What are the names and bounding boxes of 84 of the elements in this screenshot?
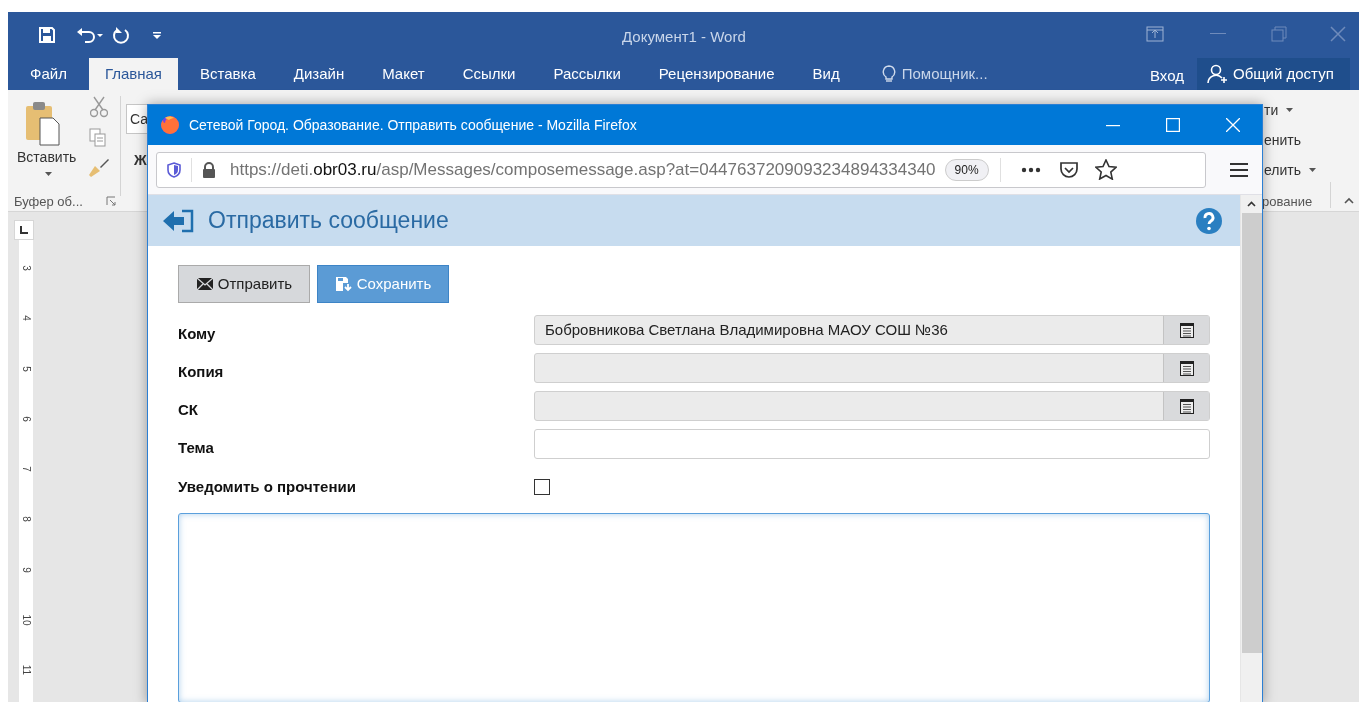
- zoom-level[interactable]: 90%: [944, 158, 989, 181]
- field-label: Уведомить о прочтении: [178, 477, 357, 497]
- recipient-field[interactable]: [534, 353, 1210, 383]
- dialog-launcher-icon[interactable]: [106, 196, 116, 206]
- share-button[interactable]: Общий доступ: [1197, 58, 1350, 90]
- customize-icon[interactable]: [152, 30, 162, 40]
- field-label: СК: [178, 399, 199, 420]
- field-label: Кому: [178, 323, 217, 344]
- group-label: Буфер об...: [14, 193, 83, 211]
- ribbon-tab[interactable]: Дизайн: [277, 58, 361, 90]
- read-receipt-checkbox[interactable]: [534, 479, 550, 496]
- paste-icon[interactable]: [24, 100, 60, 146]
- page-heading: Отправить сообщение: [208, 206, 449, 236]
- redo-icon[interactable]: [112, 26, 130, 44]
- scrollbar[interactable]: [1240, 195, 1262, 702]
- address-book-button[interactable]: [1163, 392, 1209, 420]
- window-title: Документ1 - Word: [622, 27, 746, 47]
- ruler-number: 3: [21, 265, 31, 271]
- field-label: Тема: [178, 437, 215, 458]
- ribbon-tab[interactable]: Макет: [366, 58, 441, 90]
- ribbon-tab[interactable]: Файл: [14, 58, 83, 90]
- pocket-icon[interactable]: [1058, 160, 1079, 179]
- ruler-number: 5: [21, 365, 31, 372]
- tab-selector[interactable]: [14, 220, 34, 240]
- back-arrow-icon[interactable]: [162, 208, 196, 233]
- tell-me-field[interactable]: Помощник...: [901, 62, 988, 86]
- recipient-field[interactable]: Бобровникова Светлана Владимировна МАОУ СОШ №36: [534, 315, 1210, 345]
- undo-icon[interactable]: [76, 26, 104, 44]
- envelope-icon: [195, 276, 214, 292]
- tab-stop-icon: [20, 226, 28, 234]
- list-icon: [1179, 398, 1194, 414]
- maximize-icon[interactable]: [1166, 118, 1180, 132]
- ruler-number: 6: [21, 416, 31, 422]
- paste-label[interactable]: Вставить: [17, 147, 77, 168]
- ruler-number: 11: [21, 665, 31, 676]
- ribbon-command[interactable]: енить: [1264, 129, 1302, 151]
- save-icon[interactable]: [38, 26, 56, 44]
- list-icon: [1179, 322, 1194, 338]
- browser-logo-icon: [160, 115, 180, 135]
- list-icon: [1179, 360, 1194, 376]
- address-bar[interactable]: https://deti.obr03.ru/asp/Messages/composemessage.asp?at=0447637209093234894334340 90%: [156, 151, 1206, 188]
- shield-icon[interactable]: [167, 161, 181, 178]
- lock-icon[interactable]: [202, 161, 216, 178]
- lightbulb-icon[interactable]: [881, 65, 896, 83]
- scrollbar-thumb[interactable]: [1241, 213, 1262, 653]
- ribbon-tab[interactable]: Рецензирование: [642, 58, 791, 90]
- ribbon-tab[interactable]: Главная: [88, 58, 178, 90]
- star-icon[interactable]: [1094, 159, 1117, 180]
- ruler-number: 10: [21, 614, 31, 626]
- url-text[interactable]: https://deti.obr03.ru/asp/Messages/composemessage.asp?at=0447637209093234894334340: [230, 156, 936, 183]
- ruler-number: 9: [21, 567, 31, 573]
- recipient-field[interactable]: [534, 391, 1210, 421]
- ruler-number: 8: [21, 516, 31, 523]
- group-label: рование: [1262, 193, 1313, 211]
- ruler-number: 4: [21, 315, 31, 322]
- address-book-button[interactable]: [1163, 316, 1209, 344]
- subject-field[interactable]: [534, 429, 1210, 459]
- sign-in-link[interactable]: Вход: [1150, 65, 1184, 88]
- scroll-up-icon[interactable]: [1247, 201, 1256, 207]
- help-icon[interactable]: [1196, 207, 1222, 234]
- ribbon-display-icon[interactable]: [1146, 26, 1164, 42]
- scissors-icon[interactable]: [90, 96, 108, 118]
- ribbon-tab[interactable]: Вставка: [184, 58, 272, 90]
- collapse-ribbon-icon[interactable]: [1344, 197, 1354, 204]
- window-title: Сетевой Город. Образование. Отправить сообщение - Mozilla Firefox: [189, 115, 637, 135]
- floppy-arrow-icon: [334, 276, 353, 292]
- bold-button[interactable]: Ж: [134, 150, 147, 171]
- person-add-icon: [1207, 64, 1227, 84]
- message-body-field[interactable]: [178, 512, 1210, 702]
- ribbon-command[interactable]: елить: [1264, 159, 1302, 181]
- more-icon[interactable]: [1020, 166, 1041, 173]
- ribbon-tab[interactable]: Вид: [796, 58, 856, 90]
- field-label: Копия: [178, 361, 225, 382]
- caret-icon[interactable]: [1286, 108, 1294, 112]
- send-button[interactable]: Отправить: [178, 265, 310, 303]
- caret-icon[interactable]: [1309, 168, 1317, 172]
- ruler-number: 7: [21, 466, 31, 472]
- minimize-icon[interactable]: [1106, 125, 1120, 127]
- ribbon-tab[interactable]: Рассылки: [537, 58, 637, 90]
- menu-icon[interactable]: [1230, 161, 1248, 178]
- ribbon-command[interactable]: ти: [1264, 99, 1279, 121]
- address-book-button[interactable]: [1163, 354, 1209, 382]
- ribbon-tab[interactable]: Ссылки: [446, 58, 532, 90]
- caret-icon[interactable]: [45, 172, 52, 176]
